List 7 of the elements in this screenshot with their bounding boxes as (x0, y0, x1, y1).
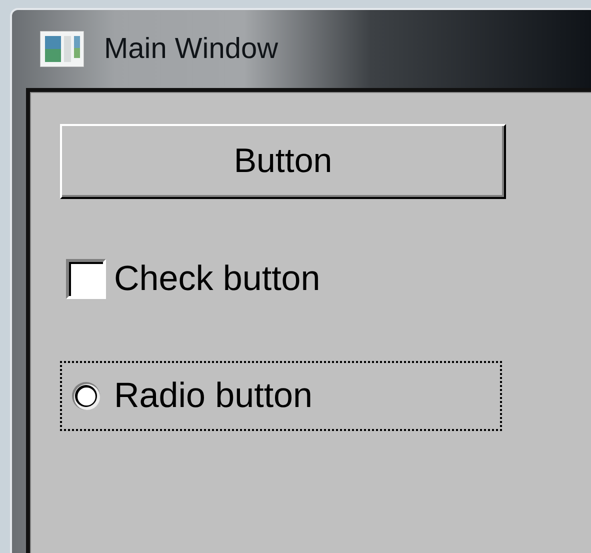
window-title: Main Window (104, 32, 278, 66)
window-icon (40, 31, 84, 67)
checkbox[interactable] (66, 259, 106, 299)
radio-button[interactable] (70, 380, 102, 412)
push-button[interactable]: Button (60, 124, 506, 199)
radio-label: Radio button (114, 376, 312, 416)
checkbox-label: Check button (114, 259, 320, 299)
